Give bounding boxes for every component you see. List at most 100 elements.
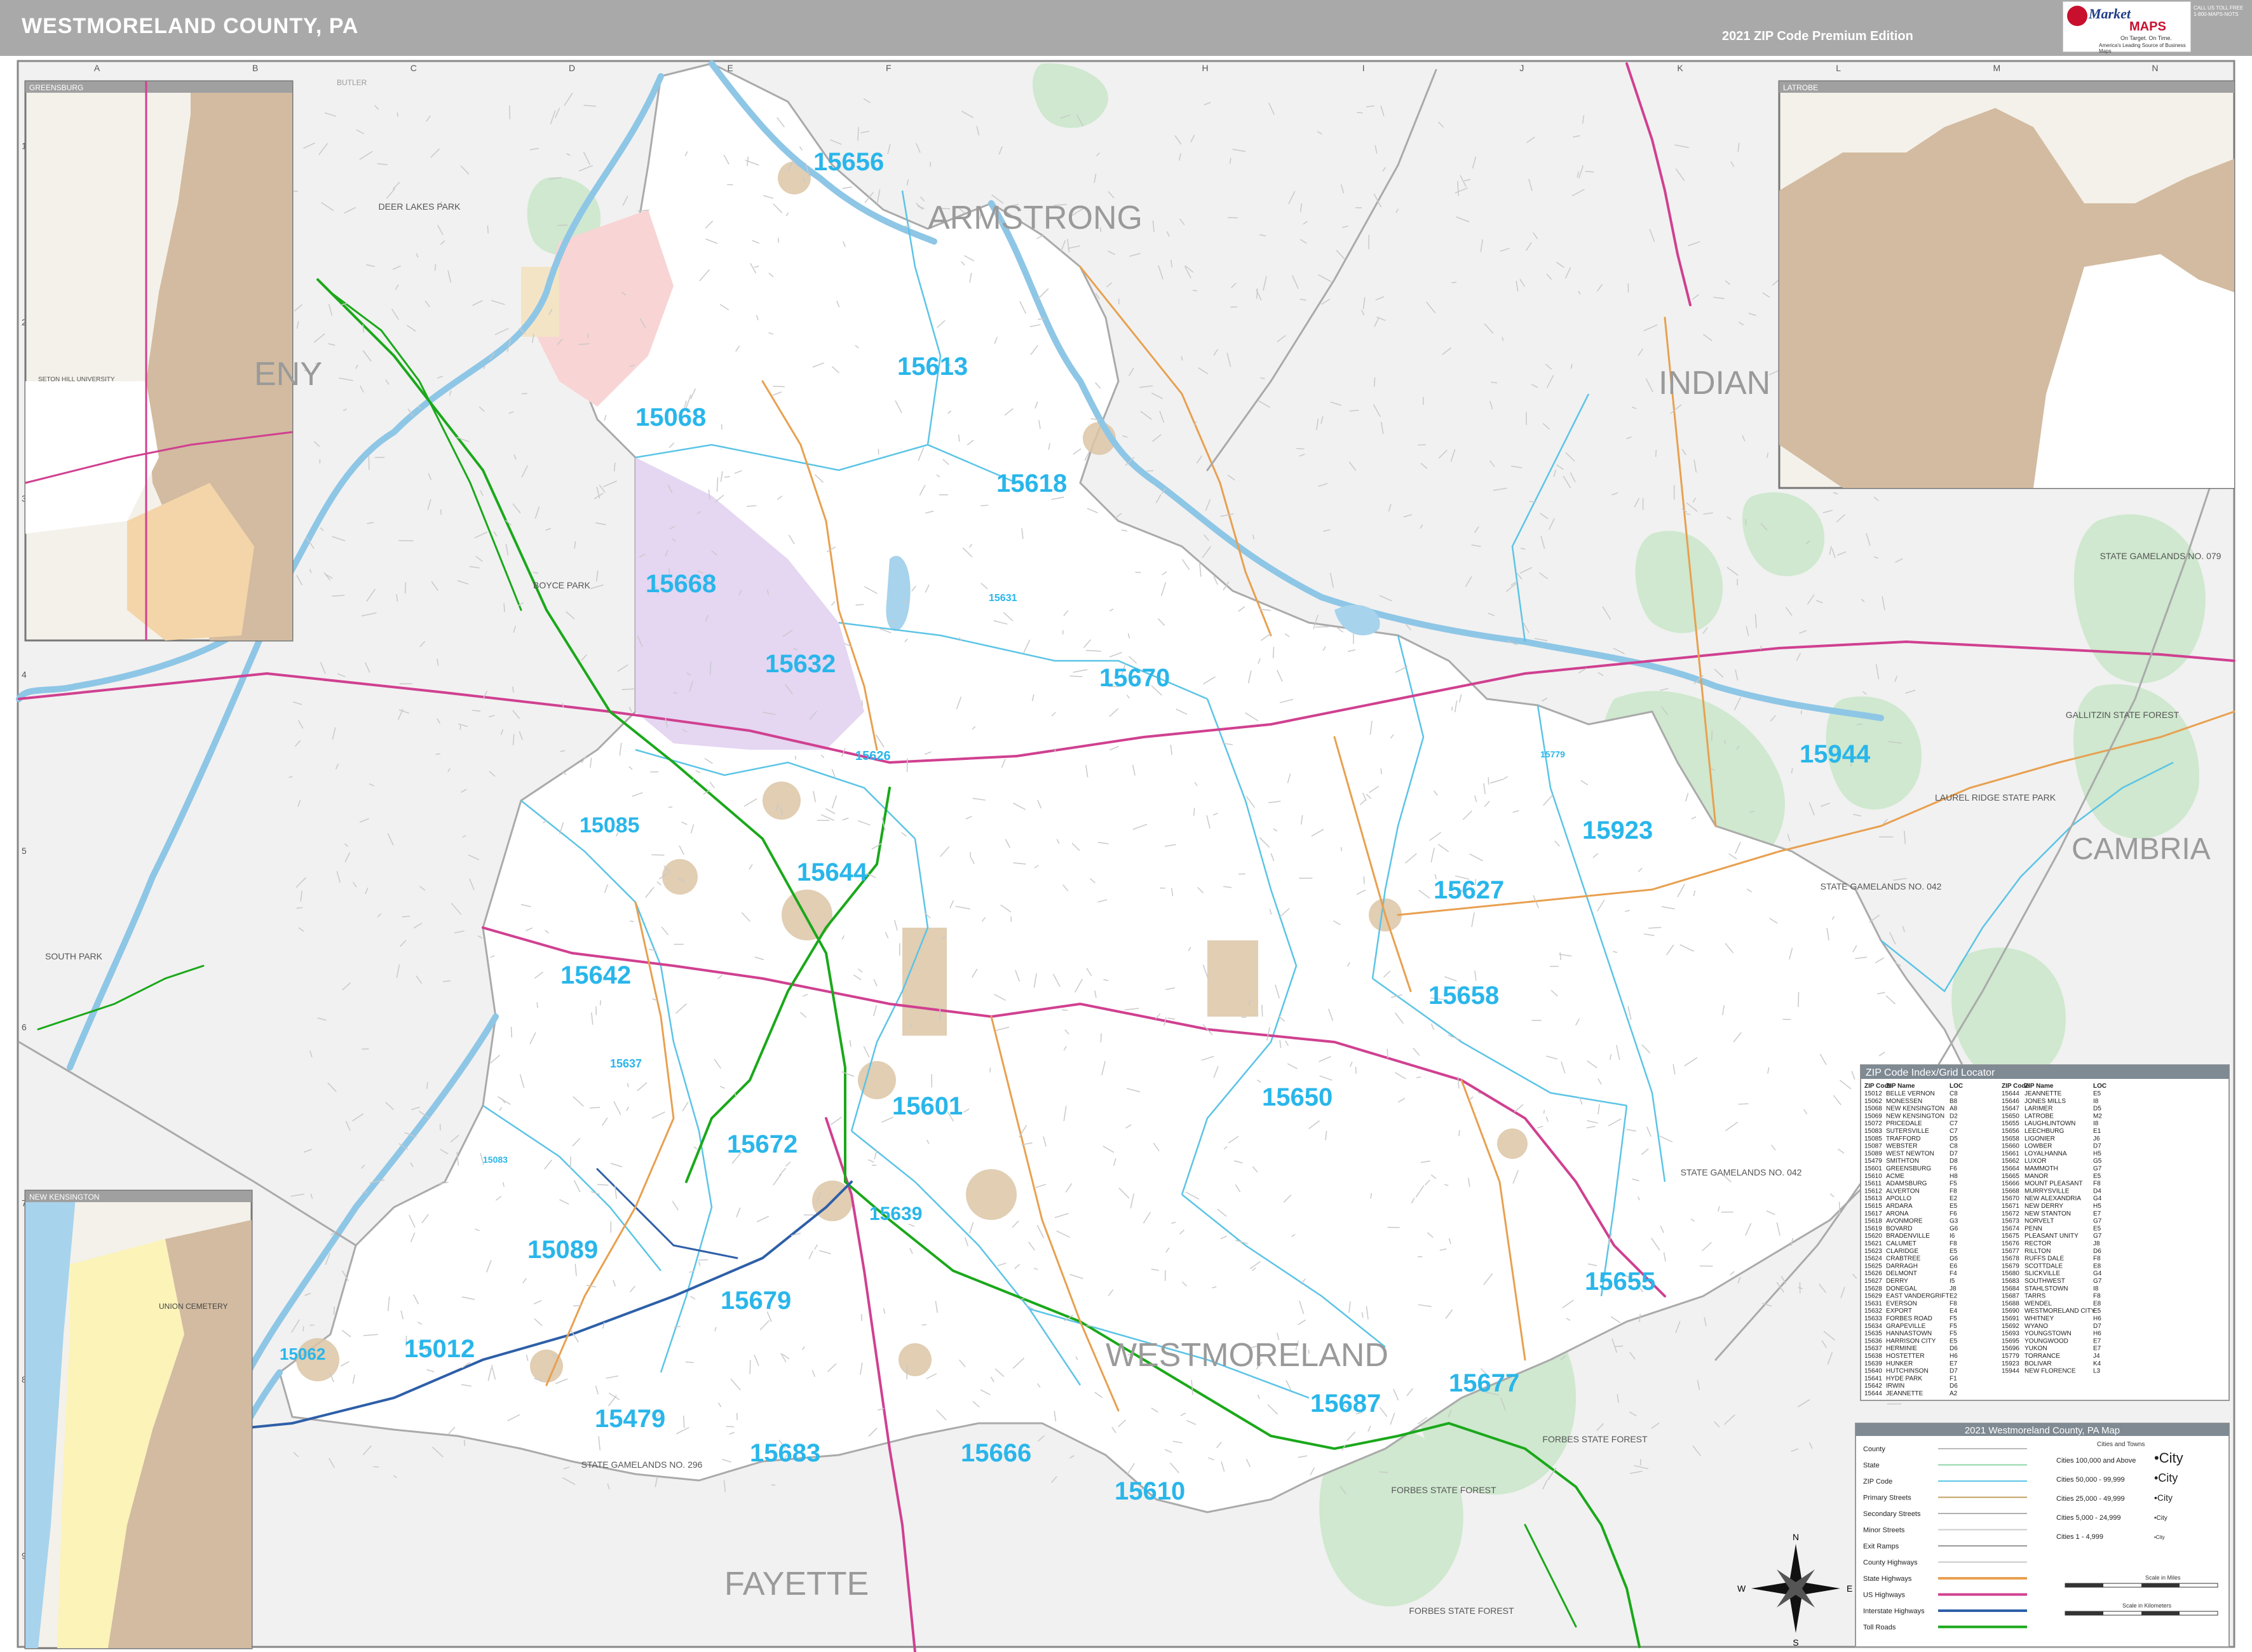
index-cell: I6 <box>1950 1233 1955 1240</box>
zip-label-15610: 15610 <box>1115 1477 1185 1505</box>
zip-label-15687: 15687 <box>1310 1390 1381 1418</box>
logo-subtag: America's Leading Source of Business Map… <box>2099 43 2186 54</box>
index-cell: NEW KENSINGTON <box>1886 1113 1944 1120</box>
index-cell: MAMMOTH <box>2025 1165 2058 1172</box>
index-cell: LOWBER <box>2025 1143 2052 1150</box>
index-cell: GRAPEVILLE <box>1886 1323 1926 1330</box>
index-cell: MOUNT PLEASANT <box>2025 1181 2083 1188</box>
zip-label-15089: 15089 <box>527 1236 598 1264</box>
county-label-cambria: CAMBRIA <box>2072 832 2211 866</box>
index-cell: HANNASTOWN <box>1886 1330 1932 1337</box>
inset-greensburg: GREENSBURG SETON HILL UNIVERSITY <box>24 80 294 642</box>
index-cell: 15647 <box>2002 1106 2019 1113</box>
index-cell: E4 <box>1950 1308 1958 1315</box>
index-cell: PLEASANT UNITY <box>2025 1233 2079 1240</box>
index-cell: G5 <box>2093 1158 2102 1165</box>
index-cell: 15680 <box>2002 1270 2019 1277</box>
index-cell: 15664 <box>2002 1165 2019 1172</box>
map-title: WESTMORELAND COUNTY, PA <box>22 14 359 38</box>
index-cell: CLARIDGE <box>1886 1248 1918 1255</box>
seton-hill-label: SETON HILL UNIVERSITY <box>38 376 115 383</box>
zip-label-15642: 15642 <box>560 961 631 989</box>
zip-label-15923: 15923 <box>1582 816 1653 844</box>
legend-cities-heading: Cities and Towns <box>2097 1441 2145 1448</box>
compass-e: E <box>1847 1583 1852 1594</box>
index-cell: 15673 <box>2002 1218 2019 1225</box>
index-cell: HARRISON CITY <box>1886 1337 1936 1344</box>
grid-col-label: A <box>94 63 100 73</box>
legend-item-label: State Highways <box>1863 1575 1912 1583</box>
index-cell: HUNKER <box>1886 1360 1913 1367</box>
zip-index: ZIP Code Index/Grid Locator ZIP CodeZIP … <box>1860 1064 2230 1401</box>
index-cell: DONEGAL <box>1886 1285 1917 1292</box>
index-cell: 15072 <box>1864 1120 1882 1127</box>
index-cell: HERMINIE <box>1886 1345 1917 1352</box>
index-cell: WEBSTER <box>1886 1143 1917 1150</box>
legend-item-label: State <box>1863 1462 1880 1470</box>
zip-label-15655: 15655 <box>1585 1268 1655 1296</box>
index-cell: D5 <box>1950 1135 1958 1142</box>
index-cell: 15923 <box>2002 1360 2019 1367</box>
zip-label-15656: 15656 <box>813 148 884 176</box>
index-cell: SOUTHWEST <box>2025 1278 2065 1285</box>
index-cell: LARIMER <box>2025 1106 2052 1113</box>
index-cell: LIGONIER <box>2025 1135 2055 1142</box>
index-cell: F5 <box>1950 1330 1957 1337</box>
index-cell: 15085 <box>1864 1135 1882 1142</box>
index-cell: 15642 <box>1864 1383 1882 1390</box>
compass-n: N <box>1793 1532 1799 1542</box>
index-cell: HUTCHINSON <box>1886 1368 1929 1375</box>
index-cell: F8 <box>2093 1293 2101 1300</box>
deer-lakes-label: DEER LAKES PARK <box>379 201 461 212</box>
grid-col-label: K <box>1677 63 1683 73</box>
index-cell: LAUGHLINTOWN <box>2025 1120 2075 1127</box>
logo-mark-icon <box>2067 6 2087 26</box>
index-cell: 15693 <box>2002 1330 2019 1337</box>
index-cell: J6 <box>2093 1135 2100 1142</box>
index-cell: RECTOR <box>2025 1240 2051 1247</box>
index-cell: 15479 <box>1864 1158 1882 1165</box>
index-cell: 15625 <box>1864 1263 1882 1269</box>
zip-label-15944: 15944 <box>1800 740 1871 768</box>
index-cell: J4 <box>2093 1353 2100 1360</box>
index-cell: D2 <box>1950 1113 1958 1120</box>
index-cell: NEW ALEXANDRIA <box>2025 1195 2081 1202</box>
index-cell: 15683 <box>2002 1278 2019 1285</box>
index-cell: C7 <box>1950 1120 1958 1127</box>
index-cell: F8 <box>1950 1300 1957 1307</box>
index-cell: E8 <box>2093 1300 2101 1307</box>
index-cell: 15650 <box>2002 1113 2019 1120</box>
zip-label-15479: 15479 <box>595 1405 665 1433</box>
index-cell: JEANNETTE <box>1886 1390 1923 1397</box>
index-cell: 15626 <box>1864 1270 1882 1277</box>
index-cell: 15634 <box>1864 1323 1882 1330</box>
index-cell: SCOTTDALE <box>2025 1263 2063 1269</box>
inset-greensburg-label: GREENSBURG <box>29 83 83 92</box>
index-cell: NEW DERRY <box>2025 1203 2063 1210</box>
index-cell: YOUNGWOOD <box>2025 1337 2068 1344</box>
index-cell: 15656 <box>2002 1128 2019 1135</box>
gallitzin-label: GALLITZIN STATE FOREST <box>2066 710 2180 720</box>
index-cell: H5 <box>2093 1150 2101 1157</box>
index-cell: 15083 <box>1864 1128 1882 1135</box>
index-cell: G7 <box>2093 1233 2102 1240</box>
index-cell: RUFFS DALE <box>2025 1256 2065 1263</box>
zip-label-15068: 15068 <box>635 403 706 431</box>
index-header: LOC <box>2093 1083 2106 1090</box>
index-cell: 15670 <box>2002 1195 2019 1202</box>
index-cell: 15615 <box>1864 1203 1882 1210</box>
index-cell: E7 <box>2093 1337 2101 1344</box>
grid-col-label: J <box>1519 63 1524 73</box>
index-cell: 15661 <box>2002 1150 2019 1157</box>
legend-city-sample: •City <box>2154 1472 2178 1484</box>
index-cell: E5 <box>2093 1090 2101 1097</box>
county-label-indiana: INDIAN <box>1658 365 1770 402</box>
index-cell: 15687 <box>2002 1293 2019 1300</box>
index-cell: F8 <box>2093 1256 2101 1263</box>
zip-label-15632: 15632 <box>765 650 836 678</box>
index-cell: 15618 <box>1864 1218 1882 1225</box>
legend-item-label: Minor Streets <box>1863 1527 1905 1534</box>
index-cell: SUTERSVILLE <box>1886 1128 1929 1135</box>
compass-w: W <box>1737 1583 1746 1594</box>
index-cell: IRWIN <box>1886 1383 1904 1390</box>
